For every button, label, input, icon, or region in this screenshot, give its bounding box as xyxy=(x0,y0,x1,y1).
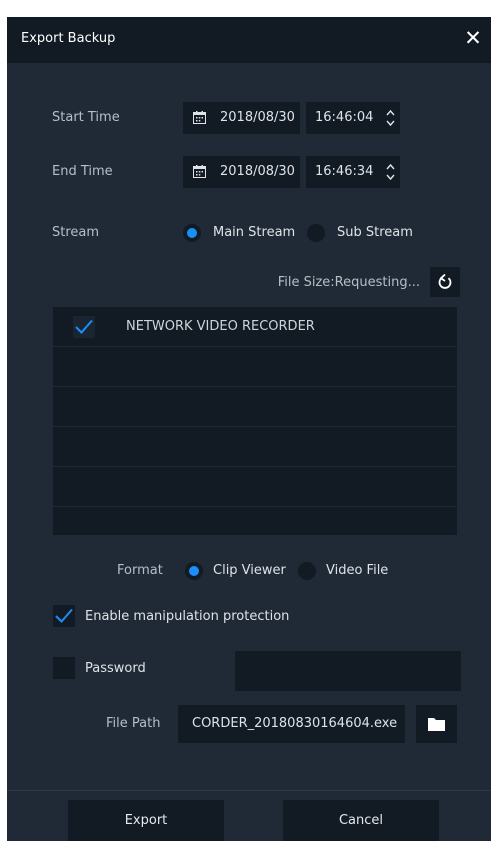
video-file-label[interactable]: Video File xyxy=(326,563,388,578)
end-time-label: End Time xyxy=(52,164,113,179)
file-path-value: CORDER_20180830164604.exe xyxy=(192,716,398,731)
list-item[interactable]: NETWORK VIDEO RECORDER xyxy=(53,307,457,347)
end-time-value: 16:46:34 xyxy=(315,164,374,179)
stream-label: Stream xyxy=(52,225,100,240)
manipulation-protection-checkbox[interactable] xyxy=(53,605,75,627)
main-stream-label[interactable]: Main Stream xyxy=(213,225,295,240)
time-spinner-icon[interactable] xyxy=(386,162,395,182)
start-time-label: Start Time xyxy=(52,110,120,125)
table-row xyxy=(53,427,457,467)
checkmark-icon xyxy=(55,608,73,623)
start-time-value: 16:46:04 xyxy=(315,110,374,125)
device-name: NETWORK VIDEO RECORDER xyxy=(126,319,315,334)
close-icon[interactable]: ✕ xyxy=(461,25,485,51)
folder-icon xyxy=(428,718,445,731)
browse-folder-button[interactable] xyxy=(416,705,457,743)
main-stream-radio[interactable] xyxy=(183,224,201,242)
file-path-input[interactable]: CORDER_20180830164604.exe xyxy=(178,705,405,743)
file-path-label: File Path xyxy=(106,716,161,731)
sub-stream-label[interactable]: Sub Stream xyxy=(337,225,413,240)
end-date-value: 2018/08/30 xyxy=(220,164,295,179)
refresh-icon xyxy=(438,274,452,289)
title-bar: Export Backup ✕ xyxy=(7,17,491,63)
table-row xyxy=(53,467,457,507)
start-date-value: 2018/08/30 xyxy=(220,110,295,125)
clip-viewer-radio[interactable] xyxy=(185,562,203,580)
checkmark-icon xyxy=(75,319,93,334)
dialog-title: Export Backup xyxy=(21,31,116,46)
file-size-text: File Size:Requesting... xyxy=(277,275,420,290)
password-checkbox[interactable] xyxy=(53,657,75,679)
end-time-field[interactable]: 16:46:34 xyxy=(306,156,400,188)
end-date-field[interactable]: 2018/08/30 xyxy=(183,156,300,188)
clip-viewer-label[interactable]: Clip Viewer xyxy=(213,563,286,578)
device-list: NETWORK VIDEO RECORDER xyxy=(53,307,457,535)
device-checkbox[interactable] xyxy=(73,316,95,338)
export-backup-dialog: Export Backup ✕ Start Time 2018/08/30 16… xyxy=(7,17,491,841)
video-file-radio[interactable] xyxy=(298,562,316,580)
start-date-field[interactable]: 2018/08/30 xyxy=(183,102,300,134)
export-button[interactable]: Export xyxy=(68,800,224,841)
table-row xyxy=(53,387,457,427)
cancel-button[interactable]: Cancel xyxy=(283,800,439,841)
sub-stream-radio[interactable] xyxy=(307,224,325,242)
password-input[interactable] xyxy=(235,651,461,691)
calendar-icon xyxy=(193,111,206,124)
table-row xyxy=(53,347,457,387)
format-label: Format xyxy=(117,563,163,578)
password-label[interactable]: Password xyxy=(85,661,146,676)
time-spinner-icon[interactable] xyxy=(386,108,395,128)
manipulation-protection-label[interactable]: Enable manipulation protection xyxy=(85,609,289,624)
start-time-field[interactable]: 16:46:04 xyxy=(306,102,400,134)
refresh-button[interactable] xyxy=(430,267,460,297)
footer-divider xyxy=(7,790,491,791)
calendar-icon xyxy=(193,165,206,178)
